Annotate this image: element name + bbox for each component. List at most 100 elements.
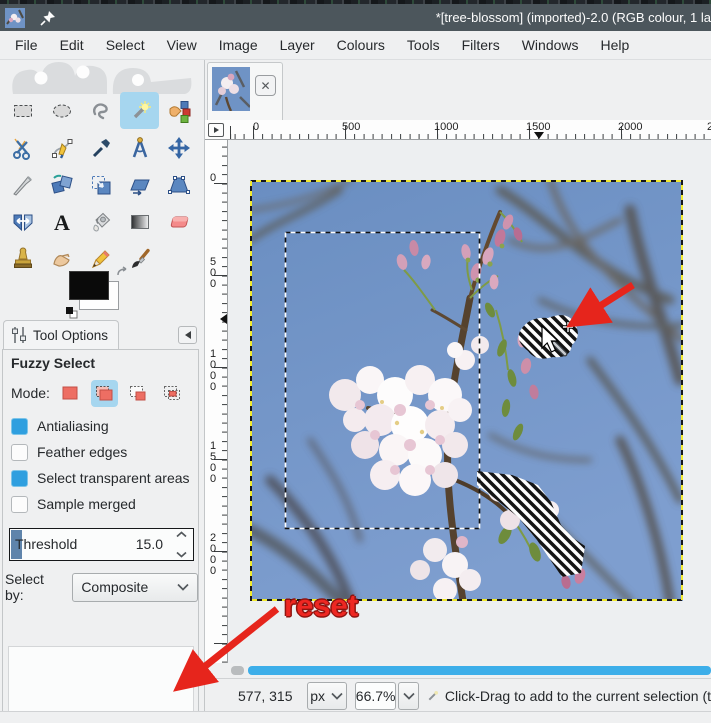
tab-close-button[interactable]: ✕ bbox=[255, 75, 276, 96]
close-icon: ✕ bbox=[260, 78, 271, 93]
titlebar[interactable]: *[tree-blossom] (imported)-2.0 (RGB colo… bbox=[0, 4, 711, 31]
tool-colour-picker[interactable] bbox=[81, 129, 120, 166]
tool-rectangle-select[interactable] bbox=[3, 92, 42, 129]
scrollbar-thumb[interactable] bbox=[248, 666, 711, 675]
statusbar: 577, 315 px 66.7% Click-Drag to add to t… bbox=[205, 678, 711, 712]
horizontal-ruler[interactable]: 0 500 1000 1500 2000 2500 bbox=[228, 120, 711, 140]
tool-free-select[interactable] bbox=[81, 92, 120, 129]
threshold-value[interactable]: 15.0 bbox=[136, 536, 163, 552]
ruler-corner-button[interactable] bbox=[205, 120, 228, 140]
tool-flip[interactable] bbox=[3, 203, 42, 240]
mode-subtract-button[interactable] bbox=[125, 380, 152, 407]
antialiasing-row[interactable]: Antialiasing bbox=[11, 416, 109, 436]
menu-edit[interactable]: Edit bbox=[49, 31, 95, 59]
threshold-slider[interactable]: Threshold 15.0 bbox=[9, 528, 194, 561]
h-ruler-label: 0 bbox=[253, 121, 260, 133]
menu-windows[interactable]: Windows bbox=[511, 31, 590, 59]
mode-label: Mode: bbox=[11, 385, 50, 401]
canvas-area: ✕ 0 500 1000 1500 2000 2500 0 500 1000 1… bbox=[205, 60, 711, 723]
window-app-icon bbox=[5, 7, 25, 28]
status-message: Click-Drag to add to the current selecti… bbox=[444, 687, 711, 704]
feather-edges-checkbox[interactable] bbox=[11, 443, 28, 461]
h-ruler-label: 2000 bbox=[618, 121, 643, 133]
select-by-label: Select by: bbox=[5, 571, 44, 603]
tool-ellipse-select[interactable] bbox=[42, 92, 81, 129]
tool-select-by-colour[interactable] bbox=[159, 92, 198, 129]
tool-clone[interactable] bbox=[3, 240, 42, 277]
menu-select[interactable]: Select bbox=[95, 31, 156, 59]
mode-add-button[interactable] bbox=[90, 379, 118, 407]
v-ruler-label: 1500 bbox=[207, 440, 219, 484]
pointer-position-marker-h bbox=[534, 132, 544, 139]
svg-text:A: A bbox=[54, 210, 70, 234]
feather-edges-row[interactable]: Feather edges bbox=[11, 442, 127, 462]
horizontal-scrollbar[interactable] bbox=[228, 663, 711, 677]
triangle-right-icon bbox=[208, 122, 224, 137]
image-tab[interactable]: ✕ bbox=[207, 62, 283, 120]
preset-list[interactable] bbox=[8, 646, 194, 716]
antialiasing-label: Antialiasing bbox=[37, 418, 109, 434]
tool-crop[interactable] bbox=[3, 166, 42, 203]
tool-shear[interactable] bbox=[120, 166, 159, 203]
window-bottom-strip bbox=[0, 711, 711, 723]
tool-perspective[interactable] bbox=[159, 166, 198, 203]
swap-colours-icon[interactable] bbox=[116, 266, 130, 280]
tool-gradient[interactable] bbox=[120, 203, 159, 240]
menu-help[interactable]: Help bbox=[590, 31, 641, 59]
vertical-ruler[interactable]: 0 500 1000 1500 2000 bbox=[205, 140, 228, 663]
foreground-colour-swatch[interactable] bbox=[69, 271, 109, 300]
threshold-spinners[interactable] bbox=[173, 531, 189, 558]
menu-tools[interactable]: Tools bbox=[396, 31, 451, 59]
menu-colours[interactable]: Colours bbox=[326, 31, 396, 59]
tool-options-icon bbox=[12, 327, 26, 343]
tool-fuzzy-select[interactable] bbox=[120, 92, 159, 129]
menu-layer[interactable]: Layer bbox=[269, 31, 326, 59]
tool-bucket-fill[interactable] bbox=[81, 203, 120, 240]
tool-text[interactable]: A bbox=[42, 203, 81, 240]
antialiasing-checkbox[interactable] bbox=[11, 417, 28, 435]
chevron-down-icon bbox=[403, 692, 415, 700]
default-colours-icon[interactable] bbox=[65, 306, 79, 320]
pin-icon[interactable] bbox=[39, 9, 57, 27]
mode-replace-button[interactable] bbox=[57, 380, 84, 407]
scrollbar-nub[interactable] bbox=[231, 666, 244, 675]
spin-up-icon[interactable] bbox=[175, 531, 187, 538]
image-canvas[interactable] bbox=[228, 140, 711, 663]
tool-paths[interactable] bbox=[42, 129, 81, 166]
select-transparent-checkbox[interactable] bbox=[11, 469, 28, 487]
menu-image[interactable]: Image bbox=[208, 31, 269, 59]
v-ruler-label: 1000 bbox=[207, 348, 219, 392]
v-ruler-label: 500 bbox=[207, 256, 219, 289]
dock-collapse-button[interactable] bbox=[178, 326, 197, 344]
tool-rotate[interactable] bbox=[42, 166, 81, 203]
tool-grid: A bbox=[3, 92, 198, 277]
select-by-dropdown[interactable]: Composite bbox=[72, 572, 198, 602]
v-ruler-label: 2000 bbox=[207, 532, 219, 576]
zoom-dropdown-button[interactable] bbox=[398, 681, 419, 710]
sample-merged-checkbox[interactable] bbox=[11, 495, 28, 513]
h-ruler-label: 2500 bbox=[707, 121, 711, 133]
menu-filters[interactable]: Filters bbox=[451, 31, 511, 59]
sample-merged-label: Sample merged bbox=[37, 496, 136, 512]
wilber-logo bbox=[12, 62, 192, 94]
tool-measure[interactable] bbox=[120, 129, 159, 166]
tool-eraser[interactable] bbox=[159, 203, 198, 240]
zoom-level[interactable]: 66.7% bbox=[354, 681, 397, 710]
menu-view[interactable]: View bbox=[156, 31, 208, 59]
select-transparent-label: Select transparent areas bbox=[37, 470, 190, 486]
menu-file[interactable]: File bbox=[4, 31, 49, 59]
unit-dropdown[interactable]: px bbox=[306, 681, 347, 710]
gimp-window: *[tree-blossom] (imported)-2.0 (RGB colo… bbox=[0, 0, 711, 723]
tool-move[interactable] bbox=[159, 129, 198, 166]
tool-scale[interactable] bbox=[81, 166, 120, 203]
toolbox-panel: A Tool Options Fuzzy Select Mode: Antial… bbox=[0, 60, 205, 723]
v-ruler-label: 0 bbox=[207, 172, 219, 183]
sample-merged-row[interactable]: Sample merged bbox=[11, 494, 136, 514]
mode-intersect-button[interactable] bbox=[159, 380, 186, 407]
spin-down-icon[interactable] bbox=[175, 551, 187, 558]
tool-options-tab[interactable]: Tool Options bbox=[3, 320, 119, 349]
tool-scissors-select[interactable] bbox=[3, 129, 42, 166]
wand-status-icon bbox=[428, 690, 438, 701]
select-transparent-row[interactable]: Select transparent areas bbox=[11, 468, 190, 488]
h-ruler-label: 500 bbox=[342, 121, 361, 133]
